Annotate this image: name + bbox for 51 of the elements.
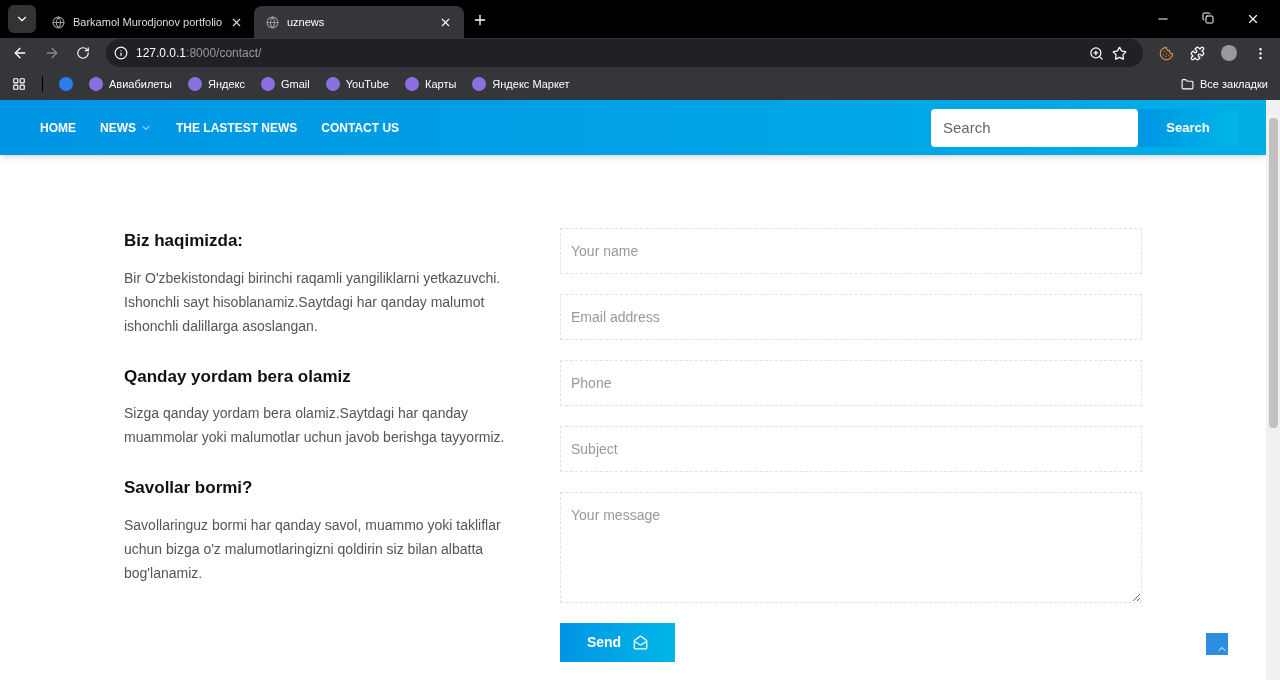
folder-icon: [1180, 77, 1194, 91]
input-field[interactable]: Email address: [560, 294, 1142, 340]
zoom-icon[interactable]: [1089, 45, 1104, 61]
all-bookmarks-button[interactable]: Все закладки: [1180, 75, 1268, 93]
cookie-icon[interactable]: [1159, 45, 1174, 61]
star-icon[interactable]: [1112, 45, 1127, 61]
section-text: Bir O'zbekistondagi birinchi raqamli yangiliklarni yetkazuvchi. Ishonchli sayt hisoblanamiz.Saytdagi har qanday malumot ishonchli dalillarga asoslangan.: [124, 268, 502, 336]
section-heading: Biz haqimizda:: [124, 230, 244, 252]
address-bar[interactable]: 127.0.0.1:8000/contact/: [106, 39, 1143, 67]
info-icon[interactable]: [114, 46, 128, 60]
url-text: 127.0.0.1:8000/contact/: [136, 45, 262, 62]
bookmark-link[interactable]: Авиабилеты: [109, 75, 172, 93]
bookmark-link[interactable]: Яндекс Маркет: [492, 75, 570, 93]
profile-avatar[interactable]: [1221, 45, 1237, 61]
bookmark-link[interactable]: Gmail: [281, 75, 310, 93]
reload-icon[interactable]: [76, 46, 90, 60]
section-heading: Qanday yordam bera olamiz: [124, 365, 352, 388]
input-field[interactable]: Phone: [560, 360, 1142, 406]
input-field[interactable]: Subject: [560, 426, 1142, 472]
bookmark-label: Все закладки: [1199, 76, 1268, 92]
tab-list-button[interactable]: [8, 5, 36, 33]
envelope-icon: [633, 635, 649, 650]
bookmark-icon[interactable]: [472, 77, 487, 91]
extensions-icon[interactable]: [1190, 45, 1205, 61]
bookmark-link[interactable]: Яндекс: [208, 75, 245, 93]
section-heading: Savollar bormi?: [124, 477, 254, 499]
message-field[interactable]: Your message: [560, 492, 1142, 603]
apps-icon[interactable]: [12, 77, 26, 91]
back-icon[interactable]: [12, 45, 28, 61]
bookmark-link[interactable]: YouTube: [345, 75, 389, 93]
tab-title: Barkamol Murodjonov portfolio: [73, 14, 223, 30]
bookmark-icon[interactable]: [261, 77, 275, 91]
bookmark-icon[interactable]: [89, 77, 103, 91]
new-tab-icon[interactable]: [472, 12, 488, 28]
bookmark-icon[interactable]: [405, 77, 419, 91]
bookmark-link[interactable]: Карты: [425, 75, 457, 93]
bookmark-icon[interactable]: [59, 77, 73, 91]
globe-icon: [266, 15, 279, 29]
bookmark-icon[interactable]: [188, 77, 202, 91]
restore-icon[interactable]: [1202, 12, 1214, 24]
bookmark-icon[interactable]: [325, 77, 340, 91]
browser-tab[interactable]: Barkamol Murodjonov portfolio: [40, 6, 250, 38]
tab-title: uznews: [287, 14, 326, 30]
section-text: Savollaringuz bormi har qanday savol, muammo yoki takliflar uchun bizga o'z malumotlaringizni qoldirin siz bilan albatta bog'lanamiz.: [124, 515, 502, 583]
forward-icon[interactable]: [44, 45, 60, 61]
close-icon[interactable]: [1246, 12, 1260, 26]
search-field[interactable]: Search: [931, 108, 1138, 147]
input-field[interactable]: Your name: [560, 228, 1142, 274]
globe-icon: [52, 15, 65, 29]
browser-tab[interactable]: uznews: [254, 6, 464, 38]
section-text: Sizga qanday yordam bera olamiz.Saytdagi har qanday muammolar yoki malumotlar uchun javob berishga tayyormiz.: [124, 404, 506, 447]
